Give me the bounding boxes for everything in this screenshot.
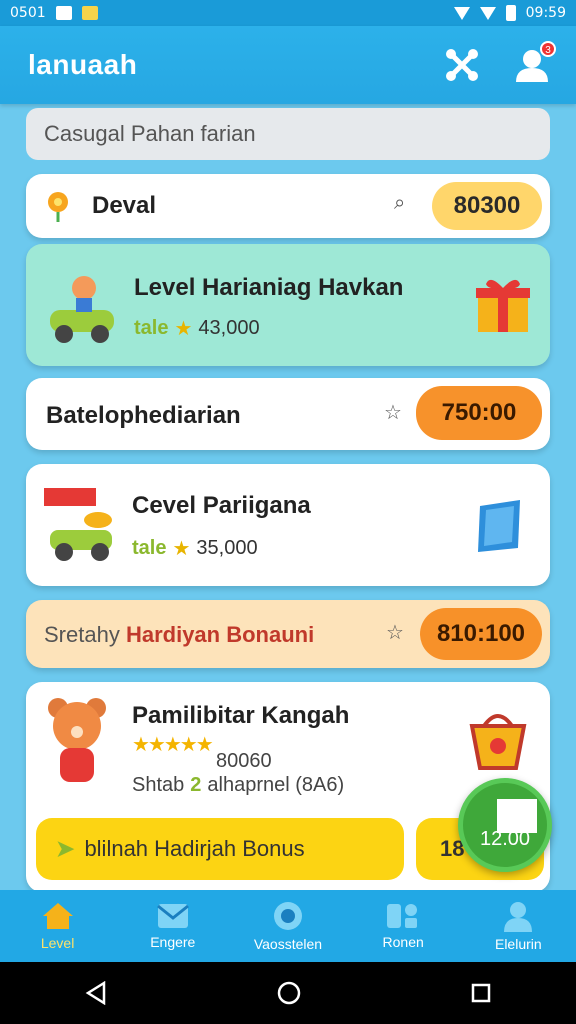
recents-icon[interactable] — [470, 982, 492, 1004]
nav-item-ronen[interactable]: Ronen — [353, 902, 453, 950]
status-text: 0501 — [10, 5, 46, 21]
nav-label: Vaosstelen — [253, 936, 323, 952]
nav-item-vaosstelen[interactable]: Vaosstelen — [238, 900, 338, 952]
list-item-deval[interactable]: Deval ⌕ 80300 — [26, 174, 550, 238]
signal-icon — [479, 6, 496, 20]
nav-label: Level — [40, 935, 75, 951]
app-notification-icon — [81, 6, 98, 20]
gift-icon — [476, 279, 530, 332]
tag-icon: ⌕ — [394, 192, 406, 214]
star-outline-icon: ☆ — [384, 402, 402, 424]
subtitle-prefix: Shtab — [132, 774, 185, 796]
nav-label: Engere — [150, 934, 196, 950]
app-title: lanuaah — [28, 49, 138, 80]
flower-icon — [48, 192, 68, 222]
price-value: 80060 — [216, 750, 272, 772]
item-title: Cevel Pariigana — [132, 492, 311, 519]
item-meta: tale ★ 35,000 — [132, 536, 258, 561]
item-tag: tale — [134, 317, 169, 339]
book-icon — [478, 500, 520, 552]
profile-button[interactable]: 3 — [514, 41, 556, 83]
item-title: Pamilibitar Kangah — [132, 702, 350, 729]
fab-label: 12.00 — [479, 828, 531, 850]
nav-label: Elelurin — [494, 936, 542, 952]
value-button[interactable]: 810:100 — [420, 608, 542, 660]
car-icon — [50, 276, 114, 343]
main-content: Casugal Pahan farian Deval ⌕ 80300 Level… — [26, 108, 550, 892]
share-icon — [446, 49, 478, 81]
profile-icon — [504, 902, 533, 932]
home-circle-icon[interactable] — [276, 980, 302, 1006]
status-time: 09:59 — [525, 5, 566, 21]
search-placeholder: Casugal Pahan farian — [44, 121, 256, 146]
item-tag: tale — [132, 537, 167, 559]
bonus-tag-icon: ➤ — [56, 836, 75, 861]
item-title: Level Harianiag Havkan — [134, 274, 404, 301]
bonus-label: blilnah Hadirjah Bonus — [84, 836, 305, 861]
app-bar: lanuaah 3 — [0, 26, 576, 104]
item-amount: 43,000 — [198, 317, 260, 339]
subtitle-number: 2 — [190, 774, 202, 796]
subtitle-rest: alhaprnel (8A6) — [207, 774, 345, 796]
nav-item-level[interactable]: Level — [8, 901, 108, 951]
bottom-navigation: Level Engere Vaosstelen Ronen Elelurin — [0, 890, 576, 962]
item-amount: 35,000 — [196, 537, 258, 559]
nav-item-elelurin[interactable]: Elelurin — [468, 900, 568, 952]
value-button[interactable]: 80300 — [432, 182, 542, 230]
coin-icon — [273, 902, 302, 930]
status-bar: 0501 09:59 — [0, 0, 576, 26]
list-item-cevel-pariigana[interactable]: Cevel Pariigana tale ★ 35,000 — [26, 464, 550, 586]
notification-icon — [55, 6, 72, 20]
item-title-highlight: Hardiyan Bonauni — [125, 622, 315, 647]
star-icon: ★ — [174, 318, 193, 340]
basket-icon — [469, 714, 527, 770]
grid-icon — [387, 904, 418, 928]
rating-stars-icon: ★★★★★ — [132, 734, 214, 756]
star-icon: ★ — [172, 538, 191, 560]
mail-icon — [156, 904, 189, 928]
nav-item-engere[interactable]: Engere — [123, 902, 223, 950]
item-title: Deval — [92, 192, 157, 219]
home-icon — [42, 903, 73, 929]
list-item-batelophediarian[interactable]: Batelophediarian ☆ 750:00 — [26, 378, 550, 450]
nav-label: Ronen — [382, 934, 424, 950]
value-button[interactable]: 750:00 — [416, 386, 542, 440]
bear-icon — [48, 698, 106, 782]
bonus-button[interactable]: ➤ blilnah Hadirjah Bonus — [36, 818, 404, 880]
notification-badge: 3 — [540, 41, 556, 57]
wifi-icon — [453, 6, 470, 20]
system-navigation-bar — [0, 962, 576, 1024]
item-subtitle: Shtab 2 alhaprnel (8A6) — [132, 774, 344, 797]
list-item-pamilibitar-kangah[interactable]: Pamilibitar Kangah ★★★★★ 80060 Shtab 2 a… — [26, 682, 550, 892]
back-icon[interactable] — [84, 981, 108, 1005]
reward-fab-button[interactable]: 12.00 — [458, 778, 552, 872]
star-outline-icon: ☆ — [386, 622, 404, 644]
item-title: Batelophediarian — [46, 402, 241, 429]
item-title: Sretahy Hardiyan Bonauni — [44, 622, 314, 648]
item-title-prefix: Sretahy — [44, 622, 120, 647]
search-bar[interactable]: Casugal Pahan farian — [26, 108, 550, 160]
battery-icon — [505, 5, 516, 21]
list-item-hardiyan-bonauni[interactable]: Sretahy Hardiyan Bonauni ☆ 810:100 — [26, 600, 550, 668]
share-button[interactable] — [444, 47, 480, 83]
item-meta: tale ★ 43,000 — [134, 316, 260, 341]
list-item-level-harianiag[interactable]: Level Harianiag Havkan tale ★ 43,000 — [26, 244, 550, 366]
item-price: 80060 — [216, 750, 272, 773]
cart-icon — [44, 488, 112, 561]
